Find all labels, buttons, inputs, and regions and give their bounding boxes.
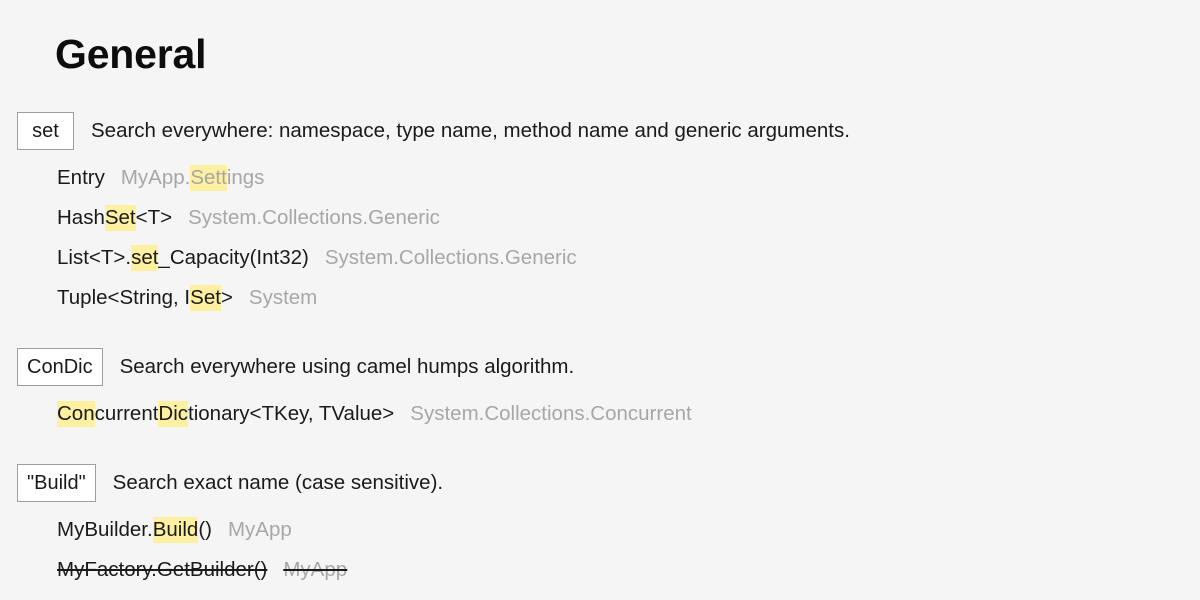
text-fragment: System.Collections.Generic (324, 246, 577, 269)
text-fragment: _Capacity(Int32) (158, 246, 309, 269)
result-row[interactable]: Tuple<String, ISet> System (57, 278, 1200, 318)
result-list: Entry MyApp.Settings HashSet<T> System.Coll… (0, 154, 1200, 318)
text-fragment: Hash (57, 206, 105, 229)
result-primary: HashSet<T> (57, 205, 172, 231)
text-fragment: <T> (135, 206, 173, 229)
result-row[interactable]: ConcurrentDictionary<TKey, TValue> System… (57, 394, 1200, 434)
search-pattern-box[interactable]: "Build" (17, 464, 96, 502)
section-header: ConDic Search everywhere using camel hump… (0, 344, 1200, 390)
text-fragment: current (94, 402, 159, 425)
result-row[interactable]: MyBuilder.Build() MyApp (57, 510, 1200, 550)
section-description: Search everywhere using camel humps algo… (119, 354, 575, 378)
text-fragment: List<T>. (57, 246, 132, 269)
text-fragment: () (198, 518, 212, 541)
result-namespace: MyApp.Settings (120, 165, 265, 191)
result-namespace: MyApp (283, 558, 347, 581)
result-namespace: System.Collections.Generic (188, 206, 440, 229)
text-fragment: MyApp (227, 518, 292, 541)
text-fragment: tionary<TKey, TValue> (188, 402, 395, 425)
match-highlight: Sett (190, 165, 227, 191)
text-fragment: Entry (57, 166, 105, 189)
match-highlight: Set (104, 205, 136, 231)
search-pattern-box[interactable]: set (17, 112, 74, 150)
text-fragment: > (220, 286, 233, 309)
result-row[interactable]: HashSet<T> System.Collections.Generic (57, 198, 1200, 238)
section: ConDic Search everywhere using camel hump… (0, 344, 1200, 434)
result-primary: Entry (57, 166, 105, 189)
section: "Build" Search exact name (case sensitive… (0, 460, 1200, 590)
page-title: General (55, 31, 207, 77)
text-fragment: System (248, 286, 318, 309)
result-namespace: System.Collections.Generic (325, 246, 577, 269)
match-highlight: Set (190, 285, 221, 311)
text-fragment: MyFactory.GetBuilder() (57, 558, 268, 581)
match-highlight: Con (57, 401, 95, 427)
section: set Search everywhere: namespace, type na… (0, 108, 1200, 318)
search-pattern-box[interactable]: ConDic (17, 348, 103, 386)
match-highlight: Build (152, 517, 199, 543)
result-primary: MyBuilder.Build() (57, 517, 212, 543)
result-primary: List<T>.set_Capacity(Int32) (57, 245, 309, 271)
section-description: Search exact name (case sensitive). (112, 470, 444, 494)
section-header: "Build" Search exact name (case sensitive… (0, 460, 1200, 506)
sections-container: set Search everywhere: namespace, type na… (0, 108, 1200, 590)
text-fragment: MyApp. (120, 166, 191, 189)
result-primary: ConcurrentDictionary<TKey, TValue> (57, 401, 394, 427)
text-fragment: MyBuilder. (57, 518, 153, 541)
result-primary: MyFactory.GetBuilder() (57, 558, 267, 581)
result-row[interactable]: MyFactory.GetBuilder() MyApp (57, 550, 1200, 590)
result-row[interactable]: List<T>.set_Capacity(Int32) System.Collec… (57, 238, 1200, 278)
text-fragment: MyApp (283, 558, 348, 581)
text-fragment: System.Collections.Generic (188, 206, 440, 229)
text-fragment: System.Collections.Concurrent (410, 402, 692, 425)
text-fragment: Tuple<String, I (57, 286, 191, 309)
match-highlight: Dic (158, 401, 189, 427)
result-list: MyBuilder.Build() MyApp MyFactory.GetBuild… (0, 506, 1200, 590)
match-highlight: set (131, 245, 159, 271)
text-fragment: ings (226, 166, 265, 189)
section-description: Search everywhere: namespace, type name,… (91, 118, 850, 142)
result-namespace: System.Collections.Concurrent (410, 402, 691, 425)
result-namespace: MyApp (228, 518, 292, 541)
result-list: ConcurrentDictionary<TKey, TValue> System… (0, 390, 1200, 434)
result-namespace: System (249, 286, 317, 309)
general-help-page: General set Search everywhere: namespace,… (0, 0, 1200, 600)
result-row[interactable]: Entry MyApp.Settings (57, 158, 1200, 198)
section-header: set Search everywhere: namespace, type na… (0, 108, 1200, 154)
result-primary: Tuple<String, ISet> (57, 285, 233, 311)
